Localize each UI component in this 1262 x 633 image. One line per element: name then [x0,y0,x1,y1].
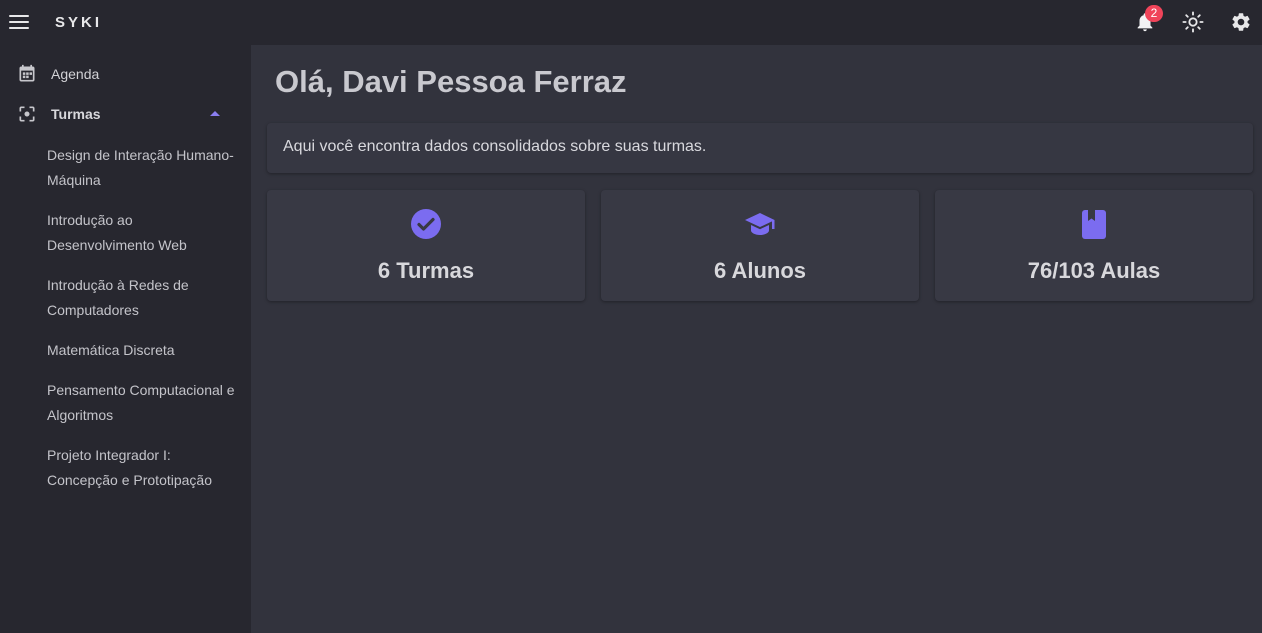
top-app-bar: SYKI 2 [0,0,1262,45]
stat-value: 6 Turmas [377,258,475,283]
info-banner: Aqui você encontra dados consolidados so… [267,123,1253,173]
sidebar-subitem[interactable]: Pensamento Computacional e Algoritmos [47,378,242,427]
book-icon [1082,210,1106,239]
sun-icon[interactable] [1182,11,1204,33]
menu-icon[interactable] [9,12,29,32]
sidebar: Agenda Turmas Design de Interação Humano… [0,45,251,633]
sidebar-subitem[interactable]: Design de Interação Humano-Máquina [47,143,242,192]
graduation-cap-icon [745,213,775,235]
sidebar-item-turmas[interactable]: Turmas [0,94,251,134]
stat-card-aulas: 76/103 Aulas [935,190,1253,301]
gear-icon[interactable] [1230,11,1252,33]
calendar-icon [19,64,35,82]
center-focus-icon [19,106,35,122]
sidebar-item-label: Turmas [51,106,101,122]
info-text: Aqui você encontra dados consolidados so… [283,138,707,155]
sidebar-subitem[interactable]: Projeto Integrador I: Concepção e Protot… [47,443,242,492]
app-brand[interactable]: SYKI [55,14,102,31]
stat-value: 6 Alunos [713,258,807,283]
stat-value: 76/103 Aulas [1027,258,1161,283]
page-title: Olá, Davi Pessoa Ferraz [275,64,627,99]
sidebar-item-agenda[interactable]: Agenda [0,54,251,94]
chevron-up-icon[interactable] [210,111,220,116]
sidebar-subitem[interactable]: Introdução à Redes de Computadores [47,273,242,322]
check-circle-icon [411,209,441,239]
notification-badge: 2 [1145,5,1163,22]
stat-card-alunos: 6 Alunos [601,190,919,301]
sidebar-subitem[interactable]: Matemática Discreta [47,338,242,363]
sidebar-item-label: Agenda [51,66,100,82]
sidebar-subitem[interactable]: Introdução ao Desenvolvimento Web [47,208,242,257]
stat-card-turmas: 6 Turmas [267,190,585,301]
